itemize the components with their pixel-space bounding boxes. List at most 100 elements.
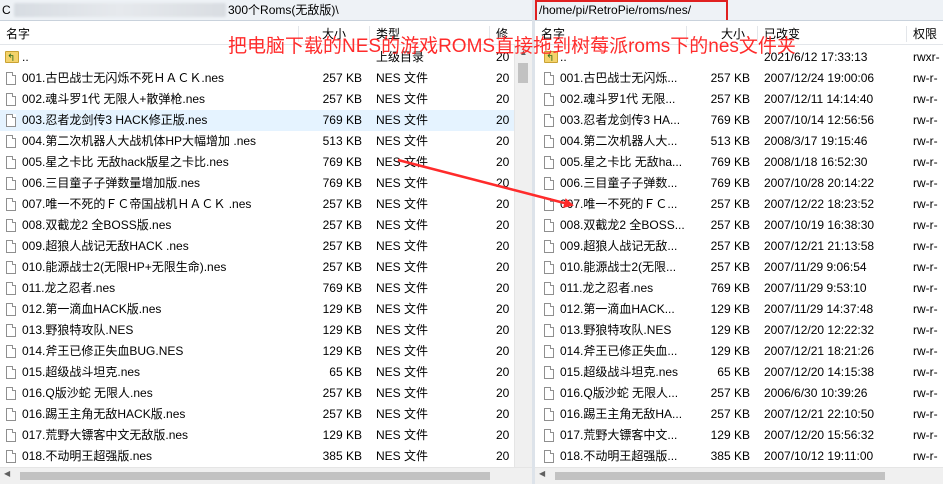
file-row[interactable]: 018.不动明王超强版.nes 385 KB NES 文件 20 xyxy=(0,446,532,467)
file-row[interactable]: 003.忍者龙剑传3 HA... 769 KB 2007/10/14 12:56:5… xyxy=(535,110,943,131)
file-row[interactable]: 010.能源战士2(无限HP+无限生命).nes 257 KB NES 文件 20 xyxy=(0,257,532,278)
file-row[interactable]: 011.龙之忍者.nes 769 KB NES 文件 20 xyxy=(0,278,532,299)
file-row[interactable]: 007.唯一不死的ＦＣ... 257 KB 2007/12/22 18:23:52 r… xyxy=(535,194,943,215)
file-icon xyxy=(544,366,554,379)
file-date: 2007/10/28 20:14:22 xyxy=(764,176,875,190)
file-row[interactable]: 017.荒野大镖客中文... 129 KB 2007/12/20 15:56:32 r… xyxy=(535,425,943,446)
file-row[interactable]: 005.星之卡比 无敌ha... 769 KB 2008/1/18 16:52:30… xyxy=(535,152,943,173)
file-date: 20 xyxy=(496,176,510,190)
file-size: 769 KB xyxy=(322,176,362,190)
file-name: 016.Q版沙蛇 无限人.nes xyxy=(22,386,153,400)
file-icon xyxy=(544,114,554,127)
local-path-bar[interactable]: C 300个Roms(无敌版)\ xyxy=(0,0,532,21)
file-name: 017.荒野大镖客中文无敌版.nes xyxy=(22,428,189,442)
file-row[interactable]: 008.双截龙2 全BOSS版.nes 257 KB NES 文件 20 xyxy=(0,215,532,236)
file-row[interactable]: 011.龙之忍者.nes 769 KB 2007/11/29 9:53:10 rw-r… xyxy=(535,278,943,299)
file-row[interactable]: 007.唯一不死的ＦＣ帝国战机ＨＡＣＫ .nes 257 KB NES 文件 20 xyxy=(0,194,532,215)
file-name: 015.超级战斗坦克.nes xyxy=(560,365,679,379)
file-date: 20 xyxy=(496,428,510,442)
file-row[interactable]: 002.魂斗罗1代 无限人+散弹枪.nes 257 KB NES 文件 20 xyxy=(0,89,532,110)
instruction-annotation: 把电脑下载的NES的游戏ROMS直接拖到树莓派roms下的nes文件夹 xyxy=(228,36,796,57)
file-row[interactable]: 014.斧王已修正失血... 129 KB 2007/12/21 18:21:26 r… xyxy=(535,341,943,362)
column-permissions[interactable]: 权限 xyxy=(913,26,943,42)
file-row[interactable]: 015.超级战斗坦克.nes 65 KB NES 文件 20 xyxy=(0,362,532,383)
file-name: 015.超级战斗坦克.nes xyxy=(22,365,141,379)
column-name[interactable]: 名字 xyxy=(6,26,206,42)
file-row[interactable]: 009.超狼人战记无敌HACK .nes 257 KB NES 文件 20 xyxy=(0,236,532,257)
file-icon xyxy=(6,408,16,421)
file-row[interactable]: 016.Q版沙蛇 无限人.nes 257 KB NES 文件 20 xyxy=(0,383,532,404)
file-row[interactable]: 004.第二次机器人大战机体HP大幅增加 .nes 513 KB NES 文件 20 xyxy=(0,131,532,152)
file-name: 009.超狼人战记无敌HACK .nes xyxy=(22,239,189,253)
file-row[interactable]: 013.野狼特攻队.NES 129 KB 2007/12/20 12:22:32 rw… xyxy=(535,320,943,341)
file-size: 129 KB xyxy=(322,323,362,337)
file-date: 20 xyxy=(496,92,510,106)
file-size: 513 KB xyxy=(322,134,362,148)
file-row[interactable]: 012.第一滴血HACK... 129 KB 2007/11/29 14:37:48… xyxy=(535,299,943,320)
file-row[interactable]: 008.双截龙2 全BOSS... 257 KB 2007/10/19 16:38:… xyxy=(535,215,943,236)
file-size: 257 KB xyxy=(710,71,750,85)
file-type: NES 文件 xyxy=(376,344,429,358)
file-type: NES 文件 xyxy=(376,176,429,190)
path-highlight-box xyxy=(535,0,728,20)
file-row[interactable]: 017.荒野大镖客中文无敌版.nes 129 KB NES 文件 20 xyxy=(0,425,532,446)
file-name: 003.忍者龙剑传3 HA... xyxy=(560,113,681,127)
file-date: 2007/12/21 21:13:58 xyxy=(764,239,875,253)
file-date: 2006/6/30 10:39:26 xyxy=(764,386,868,400)
file-date: 2007/11/29 9:53:10 xyxy=(764,281,867,295)
scroll-left-icon[interactable]: ◀ xyxy=(4,469,10,478)
file-row[interactable]: 012.第一滴血HACK版.nes 129 KB NES 文件 20 xyxy=(0,299,532,320)
file-name: 014.斧王已修正失血... xyxy=(560,344,678,358)
file-icon xyxy=(6,135,16,148)
file-row[interactable]: 001.古巴战士无闪烁不死ＨＡＣＫ.nes 257 KB NES 文件 20 xyxy=(0,68,532,89)
remote-horizontal-scrollbar[interactable]: ◀ xyxy=(535,467,943,484)
file-name: 012.第一滴血HACK版.nes xyxy=(22,302,162,316)
file-row[interactable]: 014.斧王已修正失血BUG.NES 129 KB NES 文件 20 xyxy=(0,341,532,362)
file-name: 010.能源战士2(无限... xyxy=(560,260,677,274)
file-row[interactable]: 013.野狼特攻队.NES 129 KB NES 文件 20 xyxy=(0,320,532,341)
file-size: 257 KB xyxy=(322,260,362,274)
file-date: 20 xyxy=(496,365,510,379)
file-permissions: rw-r- xyxy=(913,113,938,127)
file-type: NES 文件 xyxy=(376,281,429,295)
file-row[interactable]: 018.不动明王超强版... 385 KB 2007/10/12 19:11:00 r… xyxy=(535,446,943,467)
file-name: 002.魂斗罗1代 无限人+散弹枪.nes xyxy=(22,92,206,106)
local-vertical-scrollbar[interactable]: ▲ xyxy=(514,44,532,468)
column-separator[interactable] xyxy=(906,26,907,42)
file-permissions: rw-r- xyxy=(913,197,938,211)
file-row[interactable]: 002.魂斗罗1代 无限... 257 KB 2007/12/11 14:14:40… xyxy=(535,89,943,110)
file-icon xyxy=(6,156,16,169)
file-name: 012.第一滴血HACK... xyxy=(560,302,675,316)
file-size: 129 KB xyxy=(322,344,362,358)
file-row[interactable]: 006.三目童子子弹数... 769 KB 2007/10/28 20:14:22 r… xyxy=(535,173,943,194)
remote-path-bar[interactable]: /home/pi/RetroPie/roms/nes/ xyxy=(535,0,943,21)
scroll-thumb[interactable] xyxy=(20,472,490,480)
file-row[interactable]: 003.忍者龙剑传3 HACK修正版.nes 769 KB NES 文件 20 xyxy=(0,110,532,131)
file-row[interactable]: 004.第二次机器人大... 513 KB 2008/3/17 19:15:46 rw… xyxy=(535,131,943,152)
file-name: 014.斧王已修正失血BUG.NES xyxy=(22,344,184,358)
file-type: NES 文件 xyxy=(376,197,429,211)
file-type: NES 文件 xyxy=(376,92,429,106)
file-size: 257 KB xyxy=(322,218,362,232)
file-icon xyxy=(6,324,16,337)
file-row[interactable]: 006.三目童子子弹数量增加版.nes 769 KB NES 文件 20 xyxy=(0,173,532,194)
file-row[interactable]: 010.能源战士2(无限... 257 KB 2007/11/29 9:06:54 r… xyxy=(535,257,943,278)
file-icon xyxy=(6,72,16,85)
file-row[interactable]: 016.Q版沙蛇 无限人... 257 KB 2006/6/30 10:39:26 r… xyxy=(535,383,943,404)
file-icon xyxy=(544,303,554,316)
file-date: 2007/12/21 22:10:50 xyxy=(764,407,875,421)
file-date: 20 xyxy=(496,386,510,400)
file-row[interactable]: 005.星之卡比 无敌hack版星之卡比.nes 769 KB NES 文件 20 xyxy=(0,152,532,173)
file-icon xyxy=(6,387,16,400)
file-row[interactable]: 001.古巴战士无闪烁... 257 KB 2007/12/24 19:00:06 r… xyxy=(535,68,943,89)
file-date: 2007/10/19 16:38:30 xyxy=(764,218,875,232)
file-row[interactable]: 015.超级战斗坦克.nes 65 KB 2007/12/20 14:15:38 rw… xyxy=(535,362,943,383)
file-type: NES 文件 xyxy=(376,218,429,232)
local-horizontal-scrollbar[interactable]: ◀ xyxy=(0,467,532,484)
file-row[interactable]: 016.踢王主角无敌HACK版.nes 257 KB NES 文件 20 xyxy=(0,404,532,425)
file-row[interactable]: 009.超狼人战记无敌... 257 KB 2007/12/21 21:13:58 r… xyxy=(535,236,943,257)
scroll-left-icon[interactable]: ◀ xyxy=(539,469,545,478)
scroll-thumb[interactable] xyxy=(518,63,528,83)
scroll-thumb[interactable] xyxy=(555,472,885,480)
file-row[interactable]: 016.踢王主角无敌HA... 257 KB 2007/12/21 22:10:50… xyxy=(535,404,943,425)
